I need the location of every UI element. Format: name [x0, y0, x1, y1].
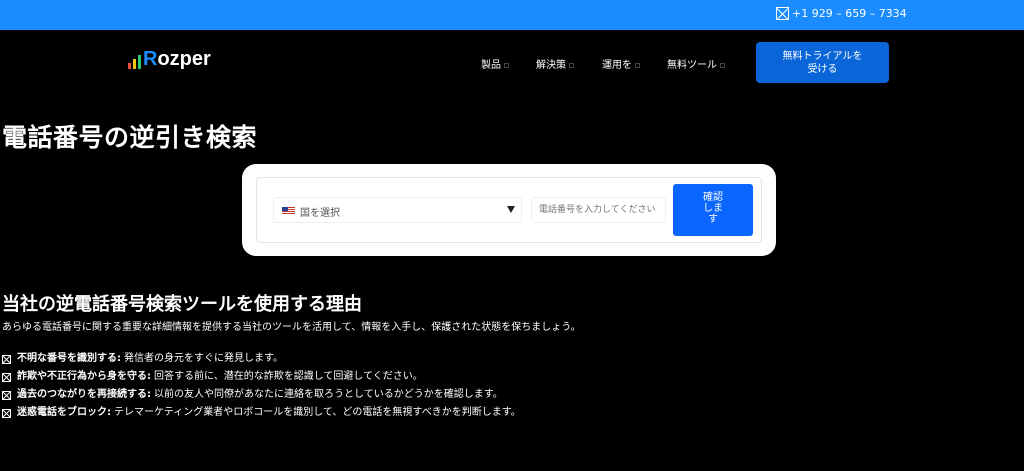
- list-item-bold: 不明な番号を識別する:: [17, 353, 121, 364]
- list-item-bold: 詐欺や不正行為から身を守る:: [17, 371, 151, 382]
- free-trial-label-2: 受ける: [807, 64, 838, 75]
- logo[interactable]: Rozper: [128, 49, 211, 69]
- chevron-down-icon: [507, 206, 515, 213]
- nav-item-free-tools[interactable]: 無料ツール: [667, 56, 725, 71]
- checkbox-icon: [2, 408, 11, 418]
- topbar-phone-number[interactable]: +1 929 – 659 – 7334: [792, 7, 907, 20]
- list-item: 過去のつながりを再接続する: 以前の友人や同僚があなたに連絡を取ろうとしているか…: [2, 386, 521, 404]
- checkbox-icon: [2, 372, 11, 382]
- checkbox-icon: [2, 390, 11, 400]
- phone-number-input[interactable]: [531, 197, 666, 223]
- phone-icon: [776, 7, 789, 20]
- confirm-label-2: しま: [703, 203, 723, 214]
- list-item: 詐欺や不正行為から身を守る: 回答する前に、潜在的な詐欺を認識して回避してくださ…: [2, 368, 521, 386]
- list-item-text: 発信者の身元をすぐに発見します。: [124, 353, 283, 364]
- free-trial-label-1: 無料トライアルを: [782, 51, 863, 62]
- confirm-label-1: 確認: [703, 192, 723, 203]
- topbar-phone[interactable]: +1 929 – 659 – 7334: [776, 7, 907, 20]
- country-select[interactable]: 国を選択: [273, 197, 522, 223]
- why-subtitle: あらゆる電話番号に関する重要な詳細情報を提供する当社のツールを活用して、情報を入…: [2, 322, 581, 333]
- confirm-label-3: す: [708, 214, 718, 225]
- list-item-text: テレマーケティング業者やロボコールを識別して、どの電話を無視すべきかを判断します…: [114, 407, 521, 418]
- list-item-text: 回答する前に、潜在的な詐欺を認識して回避してください。: [154, 371, 423, 382]
- logo-bars-icon: [128, 51, 141, 69]
- nav-item-solutions[interactable]: 解決策: [536, 56, 574, 71]
- us-flag-icon: [282, 207, 295, 215]
- list-item-text: 以前の友人や同僚があなたに連絡を取ろうとしているかどうかを確認します。: [154, 389, 503, 400]
- list-item: 不明な番号を識別する: 発信者の身元をすぐに発見します。: [2, 350, 521, 368]
- nav-item-operations[interactable]: 運用を: [602, 56, 640, 71]
- free-trial-button[interactable]: 無料トライアルを 受ける: [756, 42, 889, 83]
- search-form: 国を選択 確認 しま す: [256, 177, 762, 243]
- country-select-label: 国を選択: [300, 208, 340, 219]
- checkbox-icon: [2, 354, 11, 364]
- search-card: 国を選択 確認 しま す: [242, 164, 776, 256]
- list-item-bold: 迷惑電話をブロック:: [17, 407, 111, 418]
- confirm-button[interactable]: 確認 しま す: [673, 184, 753, 236]
- list-item: 迷惑電話をブロック: テレマーケティング業者やロボコールを識別して、どの電話を無…: [2, 404, 521, 422]
- logo-wordmark: Rozper: [143, 48, 211, 70]
- scrollbar-track[interactable]: [1008, 30, 1024, 471]
- page-title: 電話番号の逆引き検索: [2, 123, 258, 152]
- why-title: 当社の逆電話番号検索ツールを使用する理由: [2, 294, 362, 315]
- benefit-list: 不明な番号を識別する: 発信者の身元をすぐに発見します。 詐欺や不正行為から身を…: [2, 350, 521, 422]
- nav-item-products[interactable]: 製品: [481, 56, 509, 71]
- list-item-bold: 過去のつながりを再接続する:: [17, 389, 151, 400]
- top-bar: +1 929 – 659 – 7334: [0, 0, 1024, 30]
